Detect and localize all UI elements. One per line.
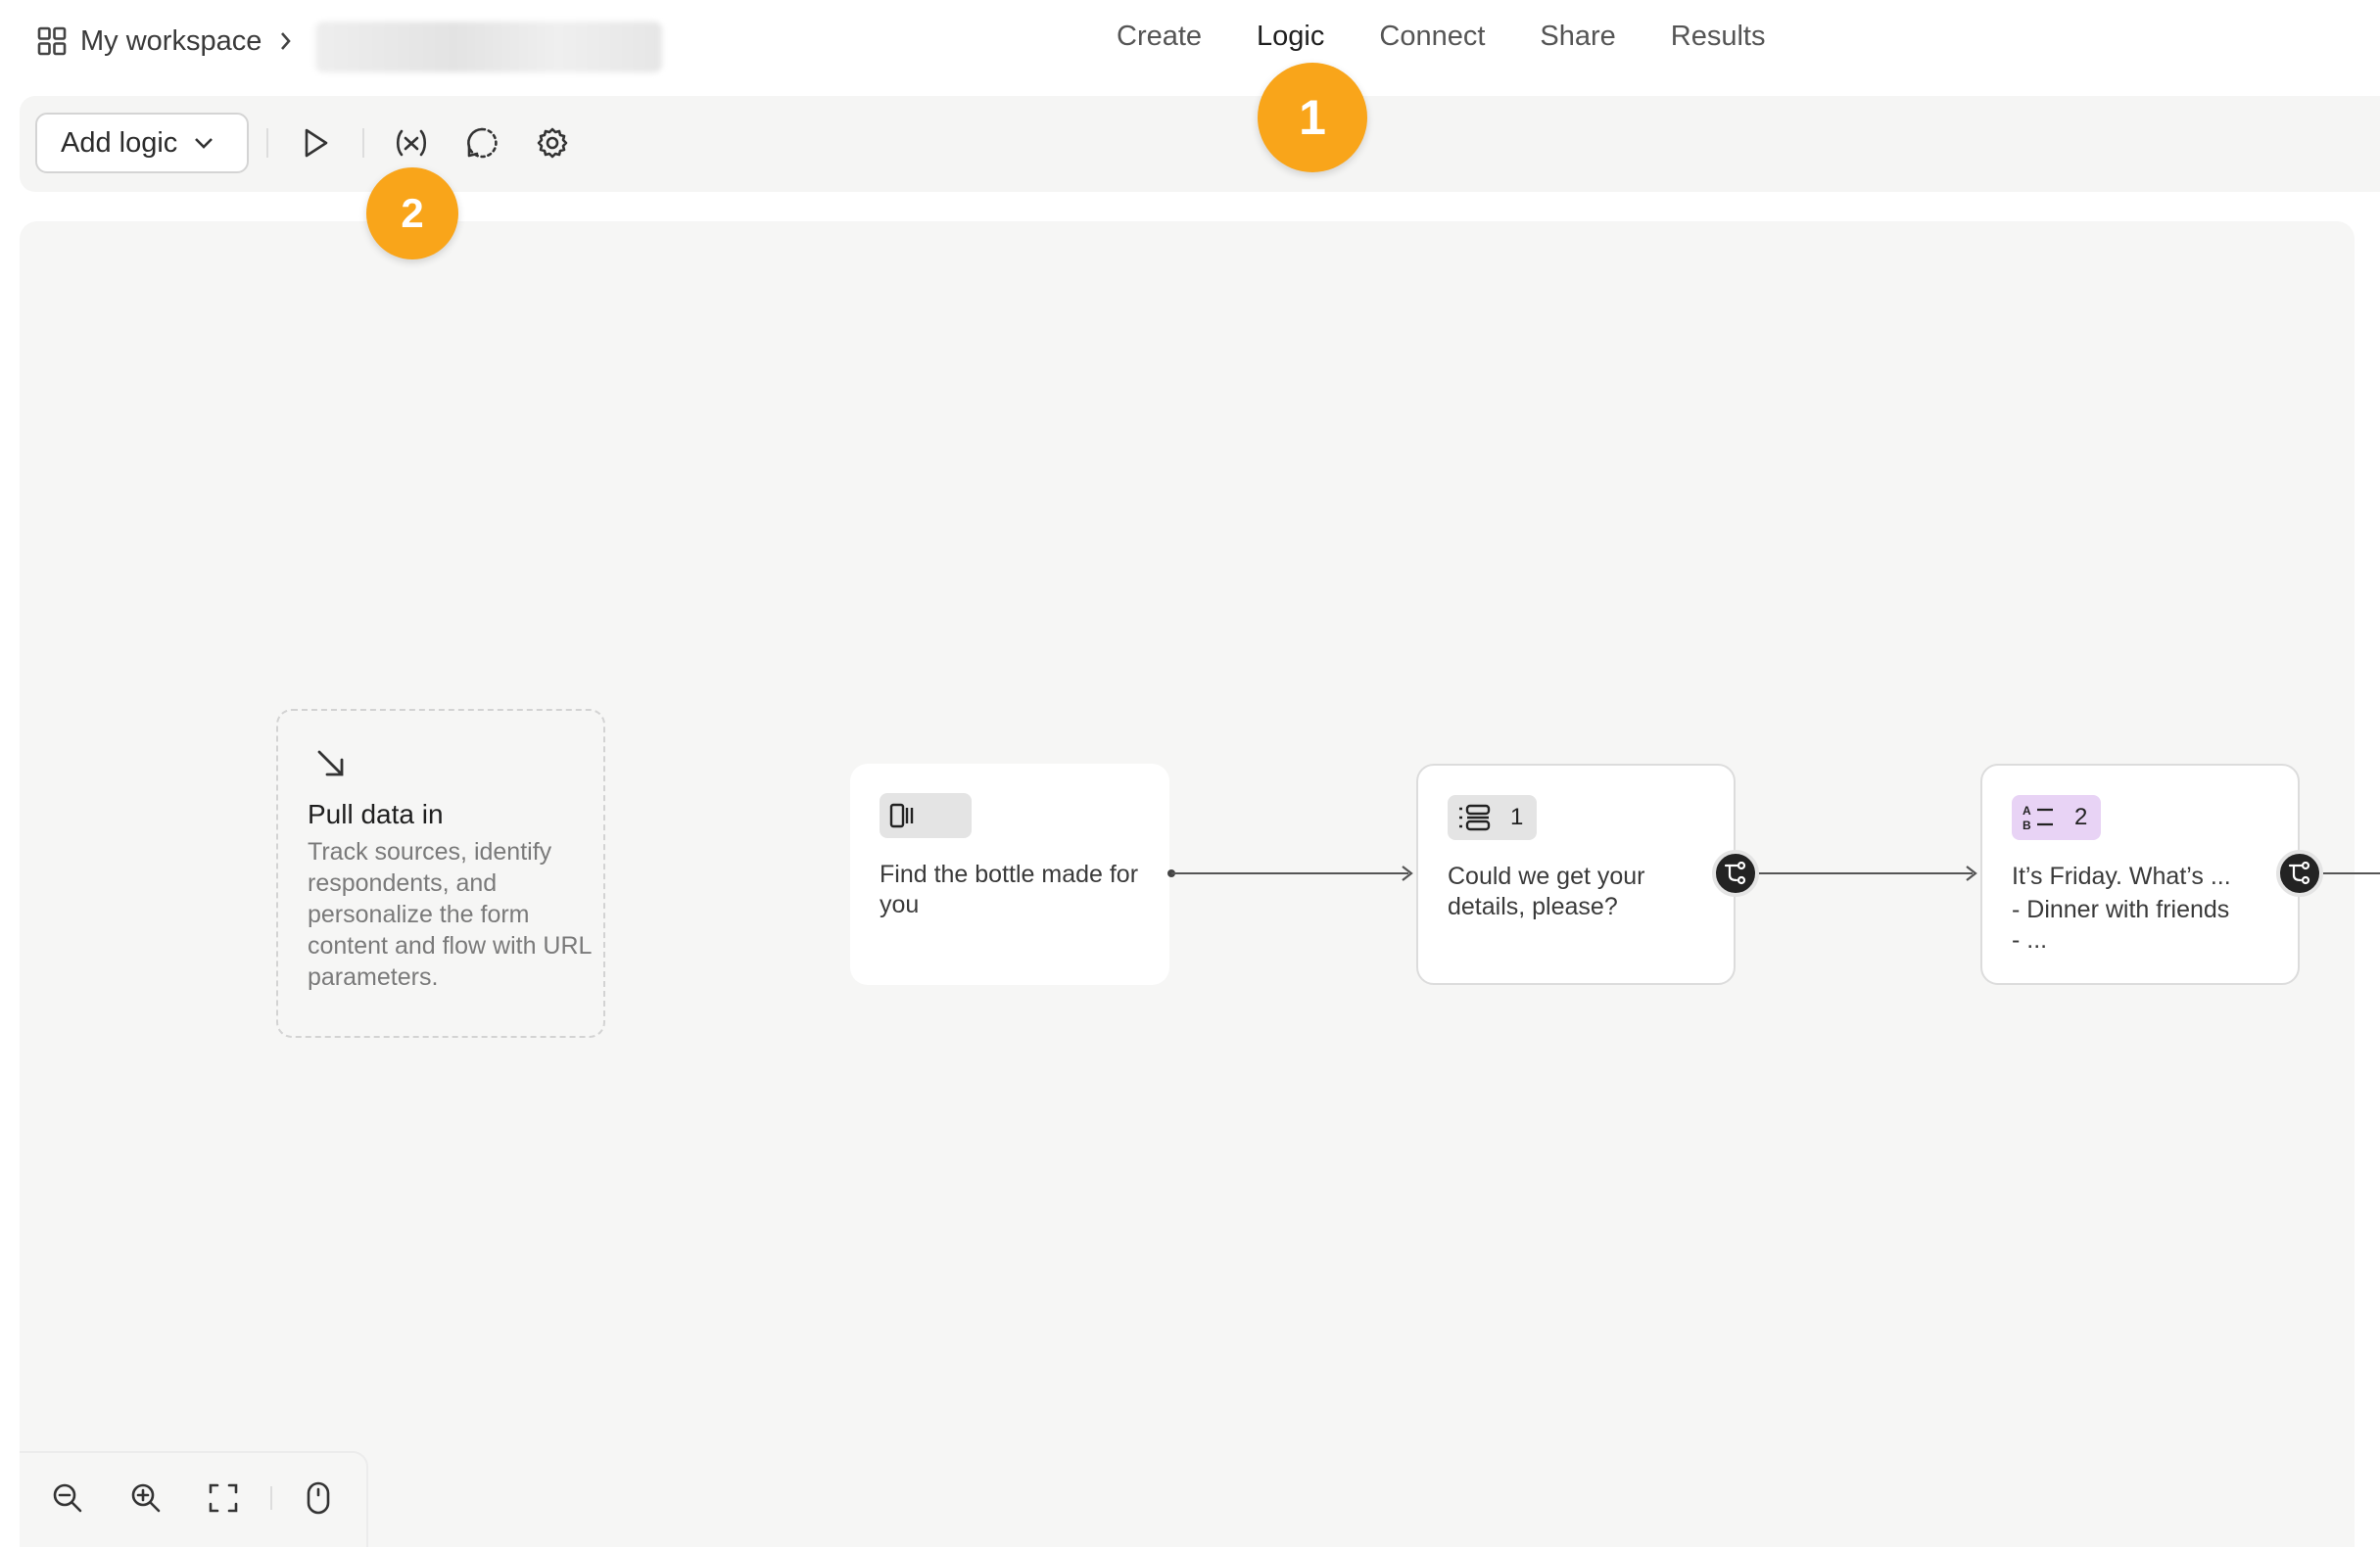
- pull-data-title: Pull data in: [308, 799, 444, 829]
- tab-logic[interactable]: Logic: [1257, 14, 1324, 59]
- fit-screen-icon: [208, 1482, 239, 1514]
- fit-to-screen-button[interactable]: [199, 1474, 248, 1523]
- zoom-in-icon: [130, 1482, 162, 1514]
- chevron-right-icon: [279, 30, 293, 52]
- settings-icon: [536, 126, 569, 160]
- pull-data-description: Track sources, identify respondents, and…: [308, 838, 592, 991]
- callout-badge-2: 2: [366, 167, 458, 259]
- node-question-1[interactable]: 1 Could we get your details, please?: [1416, 764, 1736, 985]
- node-type-badge: [880, 793, 972, 838]
- welcome-screen-icon: [889, 802, 919, 829]
- svg-text:B: B: [2023, 819, 2031, 832]
- chevron-down-icon: [193, 136, 214, 150]
- multiple-choice-icon: A B: [2022, 803, 2055, 832]
- node-type-badge: 1: [1448, 795, 1538, 840]
- connector-line: [2323, 872, 2380, 874]
- arrow-down-right-icon: [315, 748, 347, 779]
- connector-line: [1759, 872, 1973, 874]
- toolbar-divider: [266, 128, 268, 158]
- tab-share[interactable]: Share: [1540, 14, 1615, 59]
- toolbar-divider: [362, 128, 364, 158]
- node-type-badge: A B 2: [2012, 795, 2102, 840]
- main-nav: Create Logic Connect Share Results: [1117, 14, 1820, 59]
- node-text: Could we get your details, please?: [1448, 863, 1645, 920]
- arrowhead-icon: [1401, 865, 1414, 882]
- add-logic-label: Add logic: [61, 126, 178, 159]
- svg-text:A: A: [2023, 804, 2031, 818]
- arrowhead-icon: [1965, 865, 1978, 882]
- node-text: It’s Friday. What’s ...: [2012, 863, 2231, 890]
- branching-button[interactable]: [2276, 850, 2323, 897]
- navigation-mode-button[interactable]: [294, 1474, 343, 1523]
- node-question-2[interactable]: A B 2 It’s Friday. What’s ... - Dinner w…: [1980, 764, 2300, 985]
- pull-data-in-card[interactable]: Pull data in Track sources, identify res…: [276, 709, 605, 1038]
- variables-button[interactable]: [387, 118, 436, 167]
- tab-create[interactable]: Create: [1117, 14, 1202, 59]
- tab-results[interactable]: Results: [1671, 14, 1766, 59]
- branch-icon: [1723, 862, 1748, 885]
- node-number: 2: [2074, 804, 2088, 830]
- breadcrumb-workspace[interactable]: My workspace: [80, 25, 262, 58]
- tab-connect[interactable]: Connect: [1379, 14, 1485, 59]
- zoom-out-button[interactable]: [43, 1474, 92, 1523]
- version-history-button[interactable]: [457, 118, 506, 167]
- mouse-icon: [306, 1481, 331, 1515]
- node-choices-preview: - Dinner with friends - ...: [2012, 896, 2230, 954]
- grid-icon: [37, 26, 67, 56]
- branching-button[interactable]: [1712, 850, 1759, 897]
- zoom-in-button[interactable]: [121, 1474, 170, 1523]
- zoom-out-icon: [52, 1482, 83, 1514]
- form-title-redacted[interactable]: [315, 22, 662, 72]
- connector-line: [1171, 872, 1408, 874]
- logic-settings-button[interactable]: [528, 118, 577, 167]
- zoom-divider: [270, 1486, 272, 1510]
- callout-badge-1: 1: [1258, 63, 1367, 172]
- node-text: Find the bottle made for you: [880, 861, 1139, 918]
- logic-toolbar: [20, 96, 2380, 192]
- history-icon: [464, 125, 500, 161]
- node-welcome-screen[interactable]: Find the bottle made for you: [850, 764, 1169, 985]
- add-logic-button[interactable]: Add logic: [35, 113, 249, 173]
- node-number: 1: [1510, 804, 1524, 830]
- contact-info-icon: [1457, 804, 1491, 831]
- branch-icon: [2287, 862, 2312, 885]
- breadcrumb[interactable]: My workspace: [37, 22, 293, 61]
- preview-button[interactable]: [291, 118, 340, 167]
- play-icon: [301, 127, 330, 159]
- variable-icon: [394, 128, 429, 158]
